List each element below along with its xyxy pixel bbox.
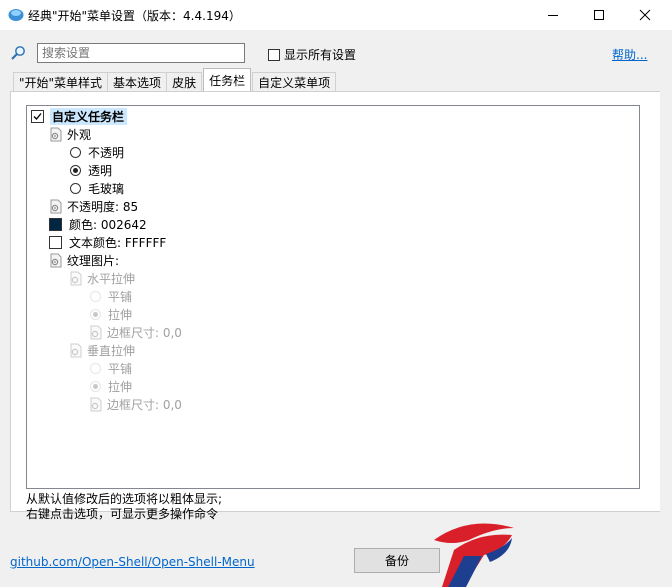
horizontal-tile-label: 平铺: [108, 289, 133, 304]
opaque-radio[interactable]: [70, 146, 81, 158]
vertical-border-label: 边框尺寸: 0,0: [107, 397, 182, 412]
setting-page-icon: [90, 397, 102, 411]
opaque-label: 不透明: [88, 145, 125, 160]
tree-item-horizontal-tile[interactable]: 平铺: [90, 288, 132, 304]
color-swatch: [49, 217, 62, 231]
maximize-icon: [594, 10, 604, 20]
minimize-button[interactable]: [530, 0, 576, 30]
setting-page-icon: [50, 253, 62, 267]
minimize-icon: [548, 15, 558, 16]
color-label: 颜色: 002642: [69, 217, 147, 232]
custom-taskbar-label: 自定义任务栏: [50, 107, 128, 125]
tab-taskbar[interactable]: 任务栏: [203, 68, 252, 91]
title-bar: 经典"开始"菜单设置（版本：4.4.194）: [0, 0, 672, 30]
texture-label: 纹理图片:: [67, 253, 120, 268]
hint-text: 从默认值修改后的选项将以粗体显示; 右键点击选项，可显示更多操作命令: [26, 492, 222, 522]
watermark-logo-icon: [434, 523, 514, 587]
window-title: 经典"开始"菜单设置（版本：4.4.194）: [28, 9, 241, 23]
tree-item-texture[interactable]: 纹理图片:: [49, 252, 119, 268]
settings-tree[interactable]: 自定义任务栏 外观 不透明 透明 毛玻璃 不透明度: 85 颜色: 002642…: [26, 105, 640, 489]
github-link[interactable]: github.com/Open-Shell/Open-Shell-Menu: [10, 555, 255, 569]
window-edge: [660, 30, 672, 587]
text-color-label: 文本颜色: FFFFFF: [69, 235, 167, 250]
tree-item-horizontal-border[interactable]: 边框尺寸: 0,0: [89, 324, 182, 340]
vertical-stretch-label: 垂直拉伸: [87, 343, 136, 358]
search-icon: [11, 46, 25, 60]
tab-start-menu-style[interactable]: "开始"菜单样式: [13, 72, 109, 91]
tree-item-opaque[interactable]: 不透明: [70, 144, 124, 160]
opacity-label: 不透明度: 85: [67, 199, 139, 214]
transparent-label: 透明: [88, 163, 113, 178]
transparent-radio[interactable]: [70, 164, 81, 176]
glass-label: 毛玻璃: [88, 181, 125, 196]
horizontal-stretch-option-label: 拉伸: [108, 307, 133, 322]
setting-page-icon: [90, 325, 102, 339]
tree-item-vertical-border[interactable]: 边框尺寸: 0,0: [89, 396, 182, 412]
text-color-swatch: [49, 235, 62, 249]
tab-basic-options[interactable]: 基本选项: [107, 72, 168, 91]
setting-page-icon: [50, 199, 62, 213]
hint-line: 右键点击选项，可显示更多操作命令: [26, 507, 219, 521]
help-link[interactable]: 帮助...: [612, 46, 647, 63]
show-all-label: 显示所有设置: [284, 48, 357, 62]
tree-item-vertical-stretch[interactable]: 垂直拉伸: [69, 342, 135, 358]
vertical-tile-label: 平铺: [108, 361, 133, 376]
tree-item-custom-taskbar[interactable]: 自定义任务栏: [31, 107, 128, 125]
tab-custom-menu-items[interactable]: 自定义菜单项: [252, 72, 337, 91]
glass-radio[interactable]: [70, 182, 81, 194]
horizontal-border-label: 边框尺寸: 0,0: [107, 325, 182, 340]
tree-item-appearance[interactable]: 外观: [49, 126, 91, 142]
setting-page-icon: [50, 127, 62, 141]
tree-item-transparent[interactable]: 透明: [70, 162, 112, 178]
search-input[interactable]: [37, 43, 245, 63]
vertical-tile-radio[interactable]: [90, 362, 101, 374]
setting-page-icon: [70, 271, 82, 285]
tree-item-horizontal-stretch[interactable]: 水平拉伸: [69, 270, 135, 286]
close-button[interactable]: [622, 0, 668, 30]
vertical-stretch-option-label: 拉伸: [108, 379, 133, 394]
close-icon: [639, 9, 651, 21]
custom-taskbar-checkbox[interactable]: [31, 109, 44, 123]
tab-strip: "开始"菜单样式 基本选项 皮肤 任务栏 自定义菜单项: [13, 68, 337, 91]
tree-item-opacity[interactable]: 不透明度: 85: [49, 198, 138, 214]
tree-item-horizontal-stretch-option[interactable]: 拉伸: [90, 306, 132, 322]
show-all-checkbox[interactable]: [268, 48, 280, 61]
appearance-label: 外观: [67, 127, 92, 142]
hint-line: 从默认值修改后的选项将以粗体显示;: [26, 492, 223, 506]
tree-item-vertical-stretch-option[interactable]: 拉伸: [90, 378, 132, 394]
tree-item-vertical-tile[interactable]: 平铺: [90, 360, 132, 376]
horizontal-stretch-label: 水平拉伸: [87, 271, 136, 286]
tab-skin[interactable]: 皮肤: [166, 72, 203, 91]
check-icon: [33, 112, 42, 120]
horizontal-tile-radio[interactable]: [90, 290, 101, 302]
tree-item-glass[interactable]: 毛玻璃: [70, 180, 124, 196]
tree-item-text-color[interactable]: 文本颜色: FFFFFF: [49, 234, 166, 250]
show-all-settings-toggle[interactable]: 显示所有设置: [268, 46, 356, 63]
maximize-button[interactable]: [576, 0, 622, 30]
vertical-stretch-radio[interactable]: [90, 380, 101, 392]
app-shell-icon: [8, 9, 24, 21]
setting-page-icon: [70, 343, 82, 357]
horizontal-stretch-radio[interactable]: [90, 308, 101, 320]
tree-item-color[interactable]: 颜色: 002642: [49, 216, 147, 232]
